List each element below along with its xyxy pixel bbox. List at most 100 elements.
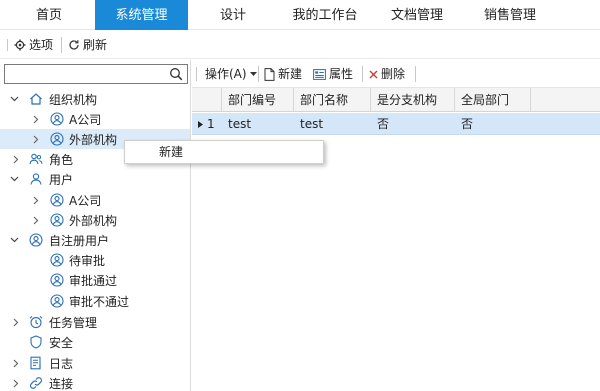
context-menu: 新建 (124, 140, 324, 164)
tree-item-pending-approval[interactable]: 待审批 (0, 250, 190, 270)
chevron-down-icon[interactable] (9, 94, 19, 104)
user-circle-icon (50, 253, 64, 267)
action-menu-label: 操作(A) (205, 67, 247, 81)
document-list-icon (29, 356, 43, 370)
table-cell[interactable]: test (294, 113, 371, 135)
tab-home[interactable]: 首页 (23, 0, 75, 30)
properties-button[interactable]: 属性 (313, 64, 353, 84)
grid-toolbar: 操作(A) 新建 属性 删除 (192, 60, 600, 88)
tab-my-workbench[interactable]: 我的工作台 (285, 0, 365, 30)
column-header[interactable]: 部门名称 (294, 88, 371, 112)
action-menu-button[interactable]: 操作(A) (205, 64, 257, 84)
properties-icon (313, 68, 326, 80)
column-header[interactable]: 全局部门 (455, 88, 531, 112)
chevron-down-icon[interactable] (9, 174, 19, 184)
tree-item-label: 自注册用户 (49, 233, 110, 248)
main-toolbar: 选项 刷新 (0, 31, 600, 59)
tree-item-label: 组织机构 (49, 92, 98, 107)
shield-icon (29, 335, 43, 349)
tree-item-org-a-company[interactable]: A公司 (0, 109, 190, 129)
chevron-right-icon[interactable] (31, 215, 41, 225)
table-cell[interactable]: 否 (455, 113, 531, 135)
toolbar-divider (362, 66, 363, 82)
column-header[interactable]: 是分支机构 (371, 88, 455, 112)
options-label: 选项 (29, 38, 54, 52)
tree-item-label: 安全 (49, 335, 74, 350)
toolbar-divider (415, 66, 416, 82)
tree-item-security[interactable]: 安全 (0, 332, 190, 352)
search-input[interactable] (5, 65, 165, 83)
options-button[interactable]: 选项 (14, 35, 53, 55)
tab-document-management[interactable]: 文档管理 (382, 0, 452, 30)
table-row[interactable]: 1 test test 否 否 (192, 113, 600, 135)
toolbar-grip (196, 67, 197, 81)
tree-item-task-management[interactable]: 任务管理 (0, 312, 190, 332)
tree-item-label: 外部机构 (69, 213, 118, 228)
column-header[interactable]: 部门编号 (222, 88, 294, 112)
tree-item-user-external[interactable]: 外部机构 (0, 210, 190, 230)
tree-item-approved[interactable]: 审批通过 (0, 270, 190, 290)
user-circle-icon (29, 233, 43, 247)
context-menu-item-new[interactable]: 新建 (125, 141, 323, 163)
home-icon (29, 92, 43, 106)
chevron-right-icon[interactable] (11, 358, 21, 368)
tree-item-label: 审批通过 (69, 273, 118, 288)
row-header-corner (192, 88, 222, 112)
tree-item-label: 日志 (49, 356, 74, 371)
tree-item-log[interactable]: 日志 (0, 353, 190, 373)
refresh-icon (68, 39, 80, 51)
row-indicator: 1 (192, 113, 222, 135)
chevron-right-icon[interactable] (31, 195, 41, 205)
user-circle-icon (50, 132, 64, 146)
left-pane: 组织机构 A公司 外部机构 角色 用户 A公司 外部机构 自注册用户 待审批 审… (0, 60, 191, 391)
tree-item-label: A公司 (69, 112, 102, 127)
chevron-right-icon[interactable] (11, 378, 21, 388)
tree-item-label: 待审批 (69, 253, 106, 268)
table-cell[interactable]: 否 (371, 113, 455, 135)
search-box (4, 64, 188, 84)
row-number: 1 (207, 117, 215, 131)
tab-system-management[interactable]: 系统管理 (95, 0, 188, 30)
tree-item-user[interactable]: 用户 (0, 169, 190, 189)
tree-item-rejected[interactable]: 审批不通过 (0, 291, 190, 311)
tree-item-user-a-company[interactable]: A公司 (0, 190, 190, 210)
delete-label: 删除 (381, 67, 406, 81)
tree-item-label: 角色 (49, 152, 74, 167)
link-icon (29, 376, 43, 390)
top-nav: 首页 系统管理 设计 我的工作台 文档管理 销售管理 (0, 0, 600, 30)
user-icon (29, 172, 43, 186)
delete-button[interactable]: 删除 (369, 64, 405, 84)
tree-item-label: 任务管理 (49, 315, 98, 330)
right-pane: 操作(A) 新建 属性 删除 部门编号 部门名称 是分支机构 全局部门 1 te… (192, 60, 600, 391)
search-icon[interactable] (169, 67, 183, 81)
chevron-down-icon[interactable] (9, 235, 19, 245)
new-document-icon (264, 67, 275, 81)
tree-item-org[interactable]: 组织机构 (0, 89, 190, 109)
chevron-right-icon[interactable] (31, 134, 41, 144)
tab-sales-management[interactable]: 销售管理 (475, 0, 545, 30)
user-circle-icon (50, 273, 64, 287)
user-circle-icon (50, 294, 64, 308)
tree-item-label: 审批不通过 (69, 294, 130, 309)
tree-item-self-registered[interactable]: 自注册用户 (0, 230, 190, 250)
gear-icon (14, 39, 26, 51)
tree-item-label: 外部机构 (69, 132, 118, 147)
user-circle-icon (50, 193, 64, 207)
chevron-right-icon[interactable] (31, 114, 41, 124)
tree-item-connection[interactable]: 连接 (0, 373, 190, 391)
tree-item-label: 用户 (49, 172, 74, 187)
table-cell[interactable]: test (222, 113, 294, 135)
alarm-clock-icon (29, 315, 43, 329)
refresh-button[interactable]: 刷新 (68, 35, 107, 55)
close-icon (369, 70, 378, 79)
chevron-right-icon[interactable] (11, 317, 21, 327)
refresh-label: 刷新 (83, 38, 108, 52)
toolbar-divider (258, 66, 259, 82)
grid-header: 部门编号 部门名称 是分支机构 全局部门 (192, 88, 600, 112)
dropdown-arrow-icon (249, 72, 257, 76)
user-circle-icon (50, 112, 64, 126)
new-button[interactable]: 新建 (264, 64, 302, 84)
chevron-right-icon[interactable] (11, 154, 21, 164)
current-row-arrow-icon (198, 120, 203, 128)
tab-design[interactable]: 设计 (208, 0, 258, 30)
